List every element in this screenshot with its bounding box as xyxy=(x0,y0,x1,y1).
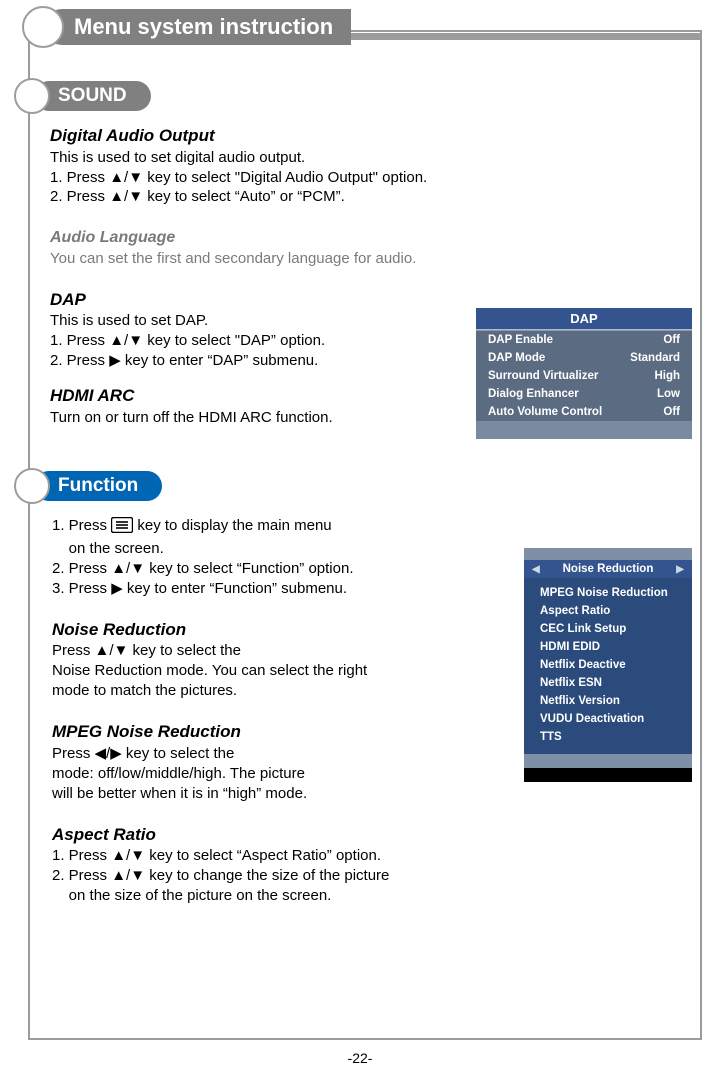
aspect-ratio-l2: 2. Press ▲/▼ key to change the size of t… xyxy=(52,866,482,886)
aspect-ratio-l1: 1. Press ▲/▼ key to select “Aspect Ratio… xyxy=(52,846,482,866)
dap-osd-row[interactable]: DAP Enable Off xyxy=(476,331,692,349)
section-function-tab: Function xyxy=(14,468,162,504)
updown-icon: ▲/▼ xyxy=(109,188,143,205)
function-osd-item[interactable]: TTS xyxy=(540,728,692,746)
updown-icon: ▲/▼ xyxy=(109,332,143,349)
aspect-ratio-title: Aspect Ratio xyxy=(52,824,482,847)
leftright-icon: ◀/▶ xyxy=(95,745,122,762)
function-osd-item[interactable]: HDMI EDID xyxy=(540,638,692,656)
dap-osd-value: Off xyxy=(663,334,680,346)
function-osd-item[interactable]: MPEG Noise Reduction xyxy=(540,584,692,602)
dap-osd-panel: DAP DAP Enable Off DAP Mode Standard Sur… xyxy=(476,308,692,439)
function-osd-item[interactable]: Netflix Version xyxy=(540,692,692,710)
dap-osd-row[interactable]: DAP Mode Standard xyxy=(476,349,692,367)
audio-language-title: Audio Language xyxy=(50,227,690,248)
updown-icon: ▲/▼ xyxy=(111,560,145,577)
updown-icon: ▲/▼ xyxy=(111,867,145,884)
function-step1-cont: on the screen. xyxy=(52,539,482,559)
mpeg-nr-l2: mode: off/low/middle/high. The picture xyxy=(52,764,482,784)
mpeg-nr-title: MPEG Noise Reduction xyxy=(52,721,482,744)
section-circle-icon xyxy=(14,468,50,504)
digital-audio-output-step2: 2. Press ▲/▼ key to select “Auto” or “PC… xyxy=(50,187,690,207)
digital-audio-output-title: Digital Audio Output xyxy=(50,125,690,148)
function-osd-item[interactable]: CEC Link Setup xyxy=(540,620,692,638)
title-rule xyxy=(320,33,702,40)
noise-reduction-title: Noise Reduction xyxy=(52,619,482,642)
mpeg-nr-l1: Press ◀/▶ key to select the xyxy=(52,744,482,764)
function-osd-item[interactable]: Aspect Ratio xyxy=(540,602,692,620)
menu-icon xyxy=(111,517,133,539)
function-osd-header-row[interactable]: ◀ Noise Reduction ▶ xyxy=(524,560,692,578)
function-osd-panel: ◀ Noise Reduction ▶ MPEG Noise Reduction… xyxy=(524,548,692,782)
page-title: Menu system instruction xyxy=(44,9,351,45)
title-circle-icon xyxy=(22,6,64,48)
function-osd-item[interactable]: Netflix ESN xyxy=(540,674,692,692)
dap-osd-row[interactable]: Dialog Enhancer Low xyxy=(476,385,692,403)
function-osd-item[interactable]: VUDU Deactivation xyxy=(540,710,692,728)
right-icon: ▶ xyxy=(111,580,123,597)
dap-osd-value: Low xyxy=(657,388,680,400)
audio-language-desc: You can set the first and secondary lang… xyxy=(50,249,690,269)
digital-audio-output-step1: 1. Press ▲/▼ key to select "Digital Audi… xyxy=(50,168,690,188)
dap-osd-value: Standard xyxy=(630,352,680,364)
dap-osd-label: Auto Volume Control xyxy=(488,406,602,418)
function-osd-header: Noise Reduction xyxy=(563,563,654,575)
noise-reduction-l2: Noise Reduction mode. You can select the… xyxy=(52,661,482,681)
noise-reduction-l1: Press ▲/▼ key to select the xyxy=(52,641,482,661)
section-sound-label: SOUND xyxy=(34,81,151,111)
function-step1: 1. Press key to display the main menu xyxy=(52,516,482,539)
section-circle-icon xyxy=(14,78,50,114)
dap-osd-value: Off xyxy=(663,406,680,418)
dap-osd-label: DAP Mode xyxy=(488,352,545,364)
dap-osd-value: High xyxy=(654,370,680,382)
dap-osd-label: Dialog Enhancer xyxy=(488,388,579,400)
digital-audio-output-desc: This is used to set digital audio output… xyxy=(50,148,690,168)
updown-icon: ▲/▼ xyxy=(111,847,145,864)
aspect-ratio-l3: on the size of the picture on the screen… xyxy=(52,886,482,906)
mpeg-nr-l3: will be better when it is in “high” mode… xyxy=(52,784,482,804)
dap-osd-row[interactable]: Auto Volume Control Off xyxy=(476,403,692,421)
dap-osd-label: Surround Virtualizer xyxy=(488,370,598,382)
left-arrow-icon[interactable]: ◀ xyxy=(532,564,540,575)
right-icon: ▶ xyxy=(109,352,121,369)
updown-icon: ▲/▼ xyxy=(109,169,143,186)
function-step2: 2. Press ▲/▼ key to select “Function” op… xyxy=(52,559,482,579)
section-sound-tab: SOUND xyxy=(14,78,151,114)
function-step3: 3. Press ▶ key to enter “Function” subme… xyxy=(52,579,482,599)
section-function-label: Function xyxy=(34,471,162,501)
page-number: -22- xyxy=(0,1050,720,1066)
main-title-tab: Menu system instruction xyxy=(22,6,351,48)
updown-icon: ▲/▼ xyxy=(95,642,129,659)
dap-osd-row[interactable]: Surround Virtualizer High xyxy=(476,367,692,385)
dap-osd-label: DAP Enable xyxy=(488,334,553,346)
dap-osd-header: DAP xyxy=(476,308,692,329)
noise-reduction-l3: mode to match the pictures. xyxy=(52,681,482,701)
function-osd-item[interactable]: Netflix Deactive xyxy=(540,656,692,674)
right-arrow-icon[interactable]: ▶ xyxy=(676,564,684,575)
